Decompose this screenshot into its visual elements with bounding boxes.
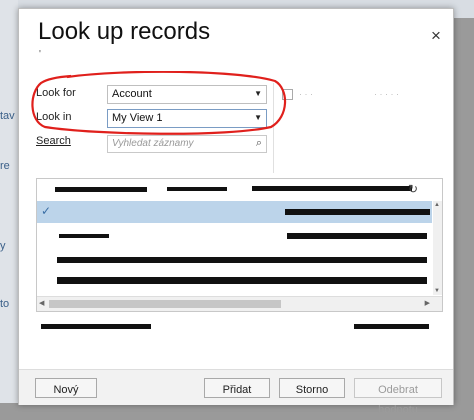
close-icon[interactable]: × [431,26,441,46]
table-row[interactable] [37,271,432,293]
background-text-fragment: tav [0,110,15,122]
cancel-button[interactable]: Storno [279,378,345,398]
subtitle-mark: ' [39,49,41,60]
red-annotation-circle [31,71,287,135]
search-icon[interactable]: ⌕ [256,137,262,150]
table-row[interactable] [37,225,432,247]
add-button[interactable]: Přidat [204,378,270,398]
dialog-title: Look up records [38,18,211,45]
scroll-up-icon[interactable]: ▲ [434,202,440,208]
blurred-label: · · · · · [374,89,399,99]
blurred-label: · · · [299,89,313,99]
scroll-right-icon[interactable]: ▶ [425,299,430,307]
search-label: Search [36,135,71,147]
results-grid: ↻ ✓ ▲ ▼ ◀ ▶ [36,178,443,312]
redacted-text [55,187,147,192]
horizontal-scrollbar[interactable]: ◀ ▶ [37,296,442,311]
table-row[interactable]: ✓ [37,201,432,223]
scrollbar-thumb[interactable] [49,300,281,308]
redacted-text [252,186,412,191]
search-field[interactable]: Vyhledat záznamy ⌕ [107,135,267,153]
redacted-text [57,257,427,263]
redacted-text [354,324,429,329]
background-app-sidebar: tav re y to [0,0,18,403]
background-text-fragment: to [0,298,10,310]
lookup-dialog: Look up records ' × Look for Account ▼ L… [18,8,454,416]
scroll-left-icon[interactable]: ◀ [39,299,44,307]
background-text-fragment: re [0,160,10,172]
search-placeholder: Vyhledat záznamy [112,138,194,149]
table-row[interactable] [37,249,432,271]
redacted-text [285,209,430,215]
redacted-text [57,277,427,284]
remove-value-button[interactable]: Odebrat hodnotu [354,378,442,416]
new-button[interactable]: Nový [35,378,97,398]
dialog-footer: Nový Přidat Storno Odebrat hodnotu [19,369,453,416]
redacted-text [59,234,109,238]
redacted-text [287,233,427,239]
vertical-scrollbar[interactable]: ▲ ▼ [433,201,442,295]
redacted-text [41,324,151,329]
checkmark-icon: ✓ [41,204,52,218]
background-text-fragment: y [0,240,6,252]
refresh-icon[interactable]: ↻ [408,182,418,196]
scroll-down-icon[interactable]: ▼ [434,288,440,294]
redacted-text [167,187,227,191]
grid-header: ↻ [37,179,432,201]
